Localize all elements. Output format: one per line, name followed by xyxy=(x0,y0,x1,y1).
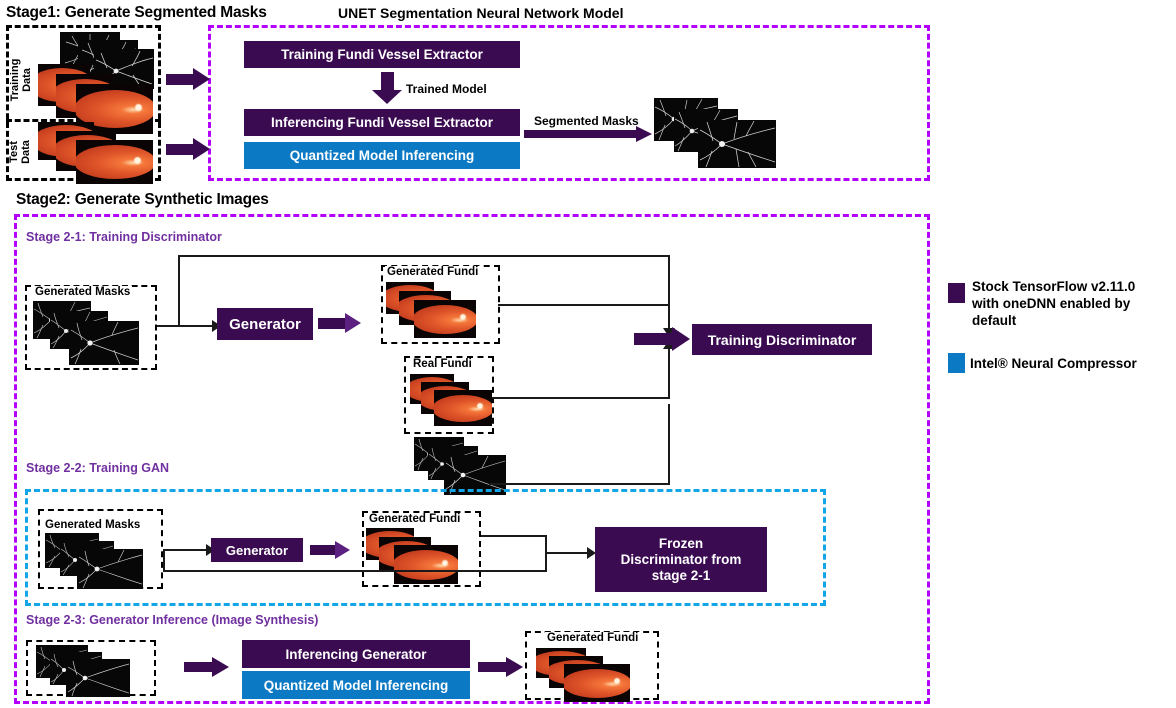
s21-generated-masks-thumbnails xyxy=(33,301,151,367)
s22-arrow-generator-to-fundi xyxy=(310,541,354,559)
segmented-masks-thumbnails xyxy=(654,98,780,168)
vessel-tree-icon xyxy=(77,549,143,589)
stage2-2-title: Stage 2-2: Training GAN xyxy=(26,461,170,475)
s21-real-fundi-caption: Real Fundi xyxy=(411,358,474,370)
s22-line-masks-bottom xyxy=(163,570,547,572)
s21-generated-masks-caption: Generated Masks xyxy=(33,286,133,298)
s23-arrow-input-to-generator xyxy=(184,657,234,677)
s22-frozen-discriminator-box[interactable]: Frozen Discriminator from stage 2-1 xyxy=(595,527,767,592)
stage2-title: Stage2: Generate Synthetic Images xyxy=(16,191,269,208)
vessel-tree-icon xyxy=(698,120,776,168)
fundus-thumbnail xyxy=(414,300,476,338)
frozen-box-line3: stage 2-1 xyxy=(651,567,711,583)
frozen-box-line1: Frozen xyxy=(658,535,704,551)
s21-line-realfundi-vert xyxy=(668,349,670,399)
test-data-thumbnails xyxy=(38,122,153,184)
s22-generated-masks-caption: Generated Masks xyxy=(43,519,143,531)
s22-line-masks-to-generator xyxy=(163,549,209,551)
s21-line-masks-to-generator xyxy=(157,325,214,327)
s21-line-realfundi-to-disc xyxy=(492,397,670,399)
fundus-thumbnail xyxy=(564,664,630,702)
unet-model-title: UNET Segmentation Neural Network Model xyxy=(338,5,624,21)
legend-swatch-tensorflow xyxy=(948,283,965,303)
legend-inc-line1: Intel® Neural Compressor xyxy=(970,356,1137,371)
s21-arrow-generator-to-fundi xyxy=(318,313,364,335)
mask-thumbnail xyxy=(69,321,139,365)
mask-thumbnail xyxy=(698,120,776,168)
fundus-thumbnail xyxy=(434,390,492,426)
s21-generator-box[interactable]: Generator xyxy=(217,308,313,340)
s23-arrow-generator-to-fundi xyxy=(478,657,528,677)
stage2-3-title: Stage 2-3: Generator Inference (Image Sy… xyxy=(26,613,319,627)
training-data-thumbnails xyxy=(38,30,154,134)
s21-real-fundi-thumbnails xyxy=(410,374,494,430)
arrow-segmented-masks xyxy=(524,126,654,142)
vessel-tree-icon xyxy=(66,659,130,697)
s21-line-genfundi-to-disc xyxy=(498,304,670,306)
mask-thumbnail xyxy=(77,549,143,589)
fundus-thumbnail xyxy=(76,140,153,184)
s22-line-to-frozen xyxy=(545,552,590,554)
s21-line-bottommasks-to-disc xyxy=(489,483,670,485)
s21-generated-fundi-thumbnails xyxy=(386,282,496,340)
legend-label-tensorflow: Stock TensorFlow v2.11.0 with oneDNN ena… xyxy=(972,278,1172,329)
s22-generator-box[interactable]: Generator xyxy=(211,538,303,562)
inferencing-fundi-vessel-extractor-box[interactable]: Inferencing Fundi Vessel Extractor xyxy=(244,109,520,136)
s22-generated-masks-thumbnails xyxy=(45,533,157,589)
vessel-tree-icon xyxy=(69,321,139,365)
arrow-trained-model xyxy=(372,72,402,104)
legend-swatch-inc xyxy=(948,353,965,373)
s21-line-skip-vertical xyxy=(178,255,180,326)
s23-generated-fundi-caption: Generated Fundi xyxy=(545,632,641,644)
s21-line-bottommasks-vert xyxy=(668,404,670,485)
stage1-title: Stage1: Generate Segmented Masks xyxy=(6,4,267,21)
legend-label-inc: Intel® Neural Compressor xyxy=(970,355,1176,372)
fundus-thumbnail xyxy=(394,545,458,584)
training-data-label: Training Data xyxy=(9,58,33,102)
quantized-model-inferencing-box-stage1[interactable]: Quantized Model Inferencing xyxy=(244,142,520,169)
s21-arrow-to-discriminator xyxy=(634,327,696,351)
mask-thumbnail xyxy=(66,659,130,697)
s21-generated-fundi-caption: Generated Fundi xyxy=(385,266,481,278)
s22-generated-fundi-thumbnails xyxy=(366,528,478,584)
legend-tf-line2: with oneDNN enabled by xyxy=(972,296,1131,311)
s22-generated-fundi-caption: Generated Fundi xyxy=(367,513,463,525)
legend-tf-line1: Stock TensorFlow v2.11.0 xyxy=(972,279,1136,294)
stage2-1-title: Stage 2-1: Training Discriminator xyxy=(26,230,222,244)
s21-training-discriminator-box[interactable]: Training Discriminator xyxy=(692,324,872,355)
s23-input-masks-thumbnails xyxy=(36,645,152,697)
s23-generated-fundi-thumbnails xyxy=(536,648,654,702)
s23-quantized-model-inferencing-box[interactable]: Quantized Model Inferencing xyxy=(242,671,470,699)
s22-line-masks-bottom-vert xyxy=(163,549,165,572)
legend-tf-line3: default xyxy=(972,313,1017,328)
frozen-box-line2: Discriminator from xyxy=(620,551,742,567)
arrow-training-to-unet xyxy=(166,68,210,90)
s21-bottom-masks-thumbnails xyxy=(414,437,506,495)
s22-line-fundi-right xyxy=(481,535,547,537)
s21-line-skip-top xyxy=(178,255,670,257)
test-data-label: Test Data xyxy=(8,140,32,164)
trained-model-label: Trained Model xyxy=(406,82,487,96)
s23-inferencing-generator-box[interactable]: Inferencing Generator xyxy=(242,640,470,668)
arrow-test-to-unet xyxy=(166,138,210,160)
training-fundi-vessel-extractor-box[interactable]: Training Fundi Vessel Extractor xyxy=(244,41,520,68)
